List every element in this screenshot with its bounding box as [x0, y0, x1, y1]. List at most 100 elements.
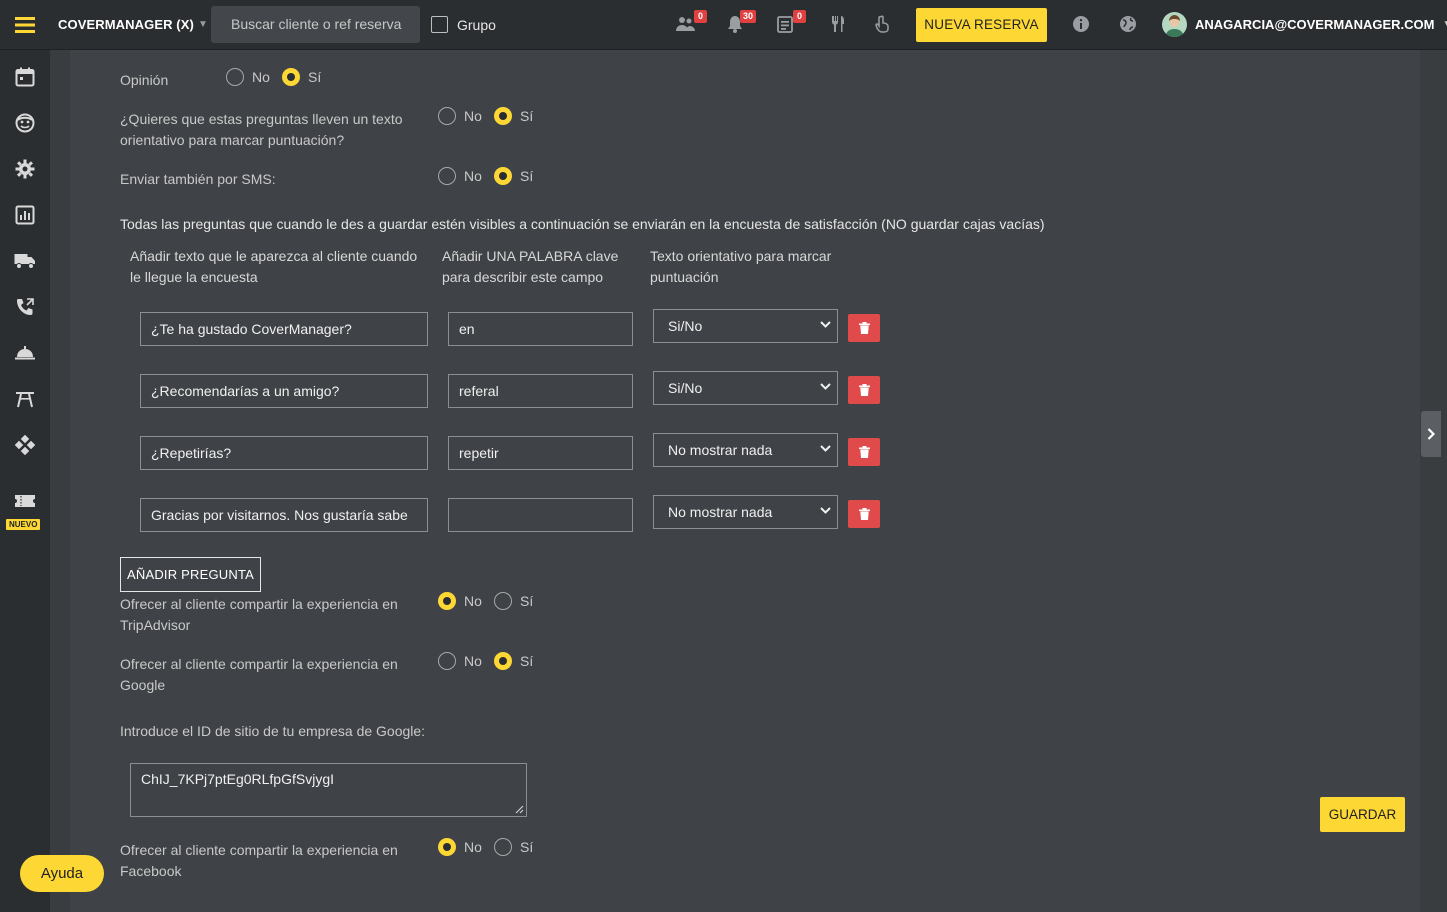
radio-circle[interactable]: [226, 68, 244, 86]
globe-icon[interactable]: [1117, 13, 1139, 35]
question-text-input[interactable]: Gracias por visitarnos. Nos gustaría sab…: [140, 498, 428, 532]
checkbox-box[interactable]: [431, 16, 448, 33]
avatar: [1162, 12, 1187, 37]
radio-circle[interactable]: [282, 68, 300, 86]
opinion-no-radio[interactable]: No: [226, 68, 270, 86]
delete-question-button[interactable]: [848, 438, 880, 466]
chevron-down-icon: [820, 507, 831, 514]
orientative-select[interactable]: No mostrar nada: [653, 495, 838, 529]
customer-face-icon[interactable]: [14, 112, 36, 134]
delete-question-button[interactable]: [848, 314, 880, 342]
question-text-input[interactable]: ¿Te ha gustado CoverManager?: [140, 312, 428, 346]
phone-icon[interactable]: [14, 296, 36, 318]
bar-chart-icon[interactable]: [14, 204, 36, 226]
orientative-no-radio[interactable]: No: [438, 107, 482, 125]
sms-no-radio[interactable]: No: [438, 167, 482, 185]
radio-label: No: [464, 168, 482, 184]
orientative-select[interactable]: Si/No: [653, 371, 838, 405]
question-keyword-input[interactable]: en: [448, 312, 633, 346]
select-value: No mostrar nada: [668, 504, 773, 520]
help-button[interactable]: Ayuda: [20, 855, 104, 892]
question-text-input[interactable]: ¿Repetirías?: [140, 436, 428, 470]
trash-icon: [858, 508, 870, 520]
google-no-radio[interactable]: No: [438, 652, 482, 670]
restaurant-selector[interactable]: COVERMANAGER (X) ▼: [58, 17, 208, 32]
cutlery-icon[interactable]: [827, 13, 849, 35]
chevron-down-icon: ▼: [197, 19, 208, 30]
restaurant-name: COVERMANAGER (X): [58, 17, 194, 32]
sidebar: NUEVO: [0, 50, 50, 912]
select-value: Si/No: [668, 318, 703, 334]
radio-label: Sí: [520, 108, 534, 124]
survey-info-text: Todas las preguntas que cuando le des a …: [120, 216, 1045, 232]
delete-question-button[interactable]: [848, 500, 880, 528]
question-keyword-input[interactable]: [448, 498, 633, 532]
chevron-down-icon: [820, 445, 831, 452]
trash-icon: [858, 322, 870, 334]
chevron-right-icon: [1427, 428, 1435, 440]
facebook-no-radio[interactable]: No: [438, 838, 482, 856]
ticket-icon[interactable]: [14, 490, 36, 512]
radio-circle[interactable]: [494, 652, 512, 670]
radio-circle[interactable]: [494, 838, 512, 856]
radio-label: No: [464, 108, 482, 124]
radio-circle[interactable]: [494, 592, 512, 610]
opinion-si-radio[interactable]: Sí: [282, 68, 321, 86]
column-header-orientative: Texto orientativo para marcar puntuación: [650, 248, 832, 285]
question-keyword-input[interactable]: repetir: [448, 436, 633, 470]
side-panel-toggle[interactable]: [1421, 411, 1441, 457]
cloche-icon[interactable]: [14, 342, 36, 364]
grupo-checkbox[interactable]: Grupo: [431, 16, 496, 33]
radio-circle[interactable]: [494, 167, 512, 185]
column-header-keyword: Añadir UNA PALABRA clave para describir …: [442, 248, 619, 285]
orientative-select[interactable]: Si/No: [653, 309, 838, 343]
chevron-down-icon: [820, 321, 831, 328]
trash-icon: [858, 384, 870, 396]
add-question-button[interactable]: AÑADIR PREGUNTA: [120, 557, 261, 592]
waitlist-people-icon[interactable]: 0: [675, 10, 707, 35]
user-menu[interactable]: ANAGARCIA@COVERMANAGER.COM ▼: [1162, 12, 1447, 37]
bell-icon[interactable]: 30: [724, 10, 756, 35]
radio-label: Sí: [520, 593, 534, 609]
bell-badge: 30: [739, 10, 756, 23]
menu-icon[interactable]: [0, 0, 50, 50]
radio-circle[interactable]: [494, 107, 512, 125]
google-id-textarea[interactable]: ChIJ_7KPj7ptEg0RLfpGfSvjygI: [130, 763, 527, 817]
calendar-icon[interactable]: [14, 66, 36, 88]
orientative-si-radio[interactable]: Sí: [494, 107, 533, 125]
list-icon[interactable]: 0: [774, 10, 806, 35]
new-reservation-button[interactable]: NUEVA RESERVA: [916, 8, 1047, 42]
google-si-radio[interactable]: Sí: [494, 652, 533, 670]
sms-si-radio[interactable]: Sí: [494, 167, 533, 185]
truck-icon[interactable]: [14, 250, 36, 272]
select-value: No mostrar nada: [668, 442, 773, 458]
tripadvisor-no-radio[interactable]: No: [438, 592, 482, 610]
column-header-text: Añadir texto que le aparezca al cliente …: [130, 248, 418, 285]
facebook-si-radio[interactable]: Sí: [494, 838, 533, 856]
question-keyword-input[interactable]: referal: [448, 374, 633, 408]
question-text-input[interactable]: ¿Recomendarías a un amigo?: [140, 374, 428, 408]
grupo-label: Grupo: [457, 16, 496, 33]
save-button[interactable]: GUARDAR: [1320, 797, 1405, 832]
radio-circle[interactable]: [438, 652, 456, 670]
radio-label: Sí: [520, 653, 534, 669]
hand-pointer-icon[interactable]: [872, 13, 894, 35]
radio-circle[interactable]: [438, 592, 456, 610]
radio-circle[interactable]: [438, 167, 456, 185]
search-input[interactable]: Buscar cliente o ref reserva: [211, 6, 420, 43]
tripadvisor-label: Ofrecer al cliente compartir la experien…: [120, 596, 398, 633]
info-icon[interactable]: [1070, 13, 1092, 35]
gear-icon[interactable]: [14, 158, 36, 180]
google-id-value: ChIJ_7KPj7ptEg0RLfpGfSvjygI: [141, 771, 334, 787]
resize-grip-icon[interactable]: [515, 805, 524, 814]
delete-question-button[interactable]: [848, 376, 880, 404]
radio-circle[interactable]: [438, 838, 456, 856]
top-bar: COVERMANAGER (X) ▼ Buscar cliente o ref …: [0, 0, 1447, 50]
orientative-select[interactable]: No mostrar nada: [653, 433, 838, 467]
table-icon[interactable]: [14, 388, 36, 410]
gamepad-icon[interactable]: [14, 434, 36, 456]
chevron-down-icon: ▼: [1442, 19, 1447, 30]
radio-circle[interactable]: [438, 107, 456, 125]
tripadvisor-si-radio[interactable]: Sí: [494, 592, 533, 610]
opinion-label: Opinión: [120, 72, 169, 88]
